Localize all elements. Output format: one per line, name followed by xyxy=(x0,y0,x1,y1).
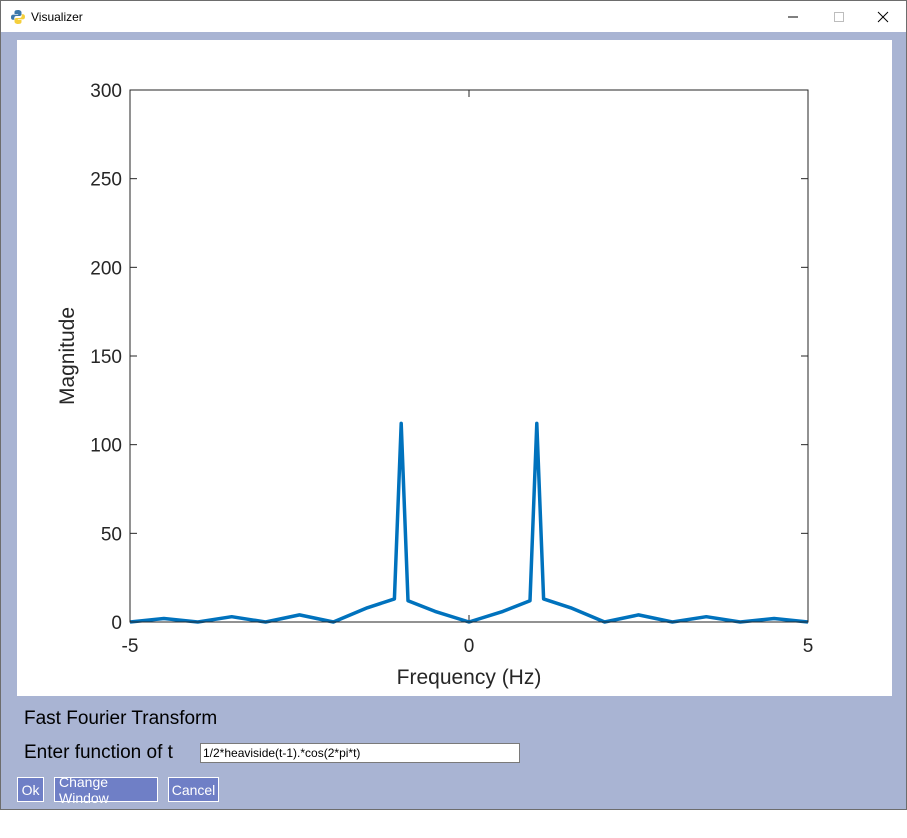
y-tick-label: 150 xyxy=(90,347,122,368)
cancel-button[interactable]: Cancel xyxy=(168,777,219,802)
ok-button[interactable]: Ok xyxy=(17,777,44,802)
fft-chart: 050100150200250300 -5 0 5 Frequency (Hz) M… xyxy=(56,81,814,689)
series-line xyxy=(129,421,809,624)
y-tick-label: 300 xyxy=(90,81,122,102)
python-icon xyxy=(10,9,26,25)
y-tick-label: 200 xyxy=(90,258,122,279)
x-axis-label: Frequency (Hz) xyxy=(397,666,542,689)
y-axis-label: Magnitude xyxy=(56,307,79,405)
minimize-icon xyxy=(788,16,798,17)
x-tick-label: 5 xyxy=(803,636,814,657)
close-button[interactable] xyxy=(860,1,906,32)
close-icon xyxy=(877,11,889,22)
y-tick-label: 0 xyxy=(111,613,122,634)
minimize-button[interactable] xyxy=(770,1,816,32)
x-tick-label: -5 xyxy=(122,636,139,657)
y-tick-label: 250 xyxy=(90,170,122,191)
title-bar[interactable]: Visualizer xyxy=(1,1,906,32)
function-label: Enter function of t xyxy=(24,742,173,763)
heading-label: Fast Fourier Transform xyxy=(24,708,218,729)
y-tick-label: 50 xyxy=(101,524,122,545)
window-title: Visualizer xyxy=(31,10,83,24)
plot-area: 0 50 100 150 200 250 300 -5 0 5 Frequency (Hz) M… xyxy=(17,40,892,696)
maximize-button[interactable] xyxy=(816,1,862,32)
axes-box xyxy=(129,89,809,623)
visualizer-window: Visualizer 0 50 100 150 200 250 300 -5 0 5 Frequ… xyxy=(0,0,907,810)
function-input[interactable] xyxy=(200,743,520,763)
change-window-button[interactable]: Change Window xyxy=(54,774,158,806)
maximize-icon xyxy=(834,11,844,22)
x-tick-label: 0 xyxy=(464,636,475,657)
y-tick-label: 100 xyxy=(90,436,122,457)
